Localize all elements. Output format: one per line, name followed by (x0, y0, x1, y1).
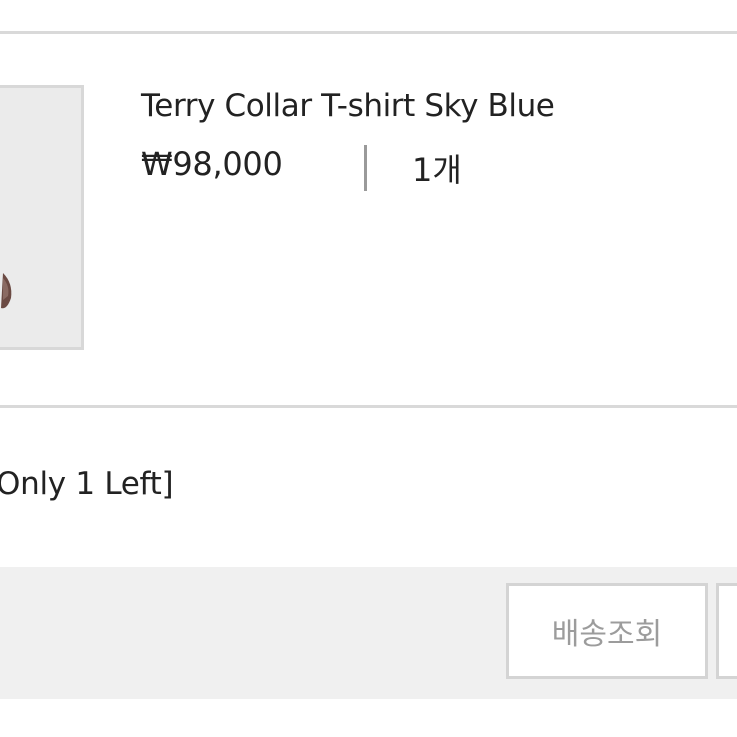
top-divider (0, 31, 737, 34)
order-item-card: Terry Collar T-shirt Sky Blue ₩98,000 1개… (0, 0, 737, 737)
bottom-strip (0, 699, 737, 737)
price-quantity-divider (364, 145, 367, 191)
product-name[interactable]: Terry Collar T-shirt Sky Blue (141, 88, 555, 124)
product-quantity: 1개 (412, 151, 462, 189)
product-thumbnail[interactable] (0, 85, 84, 350)
product-price: ₩98,000 (141, 145, 283, 183)
item-divider (0, 405, 737, 408)
product-image-icon (1, 273, 12, 309)
top-strip (0, 0, 737, 32)
track-delivery-button[interactable]: 배송조회 (506, 583, 708, 679)
order-note: Only 1 Left] (0, 466, 174, 502)
secondary-action-button[interactable] (716, 583, 737, 679)
